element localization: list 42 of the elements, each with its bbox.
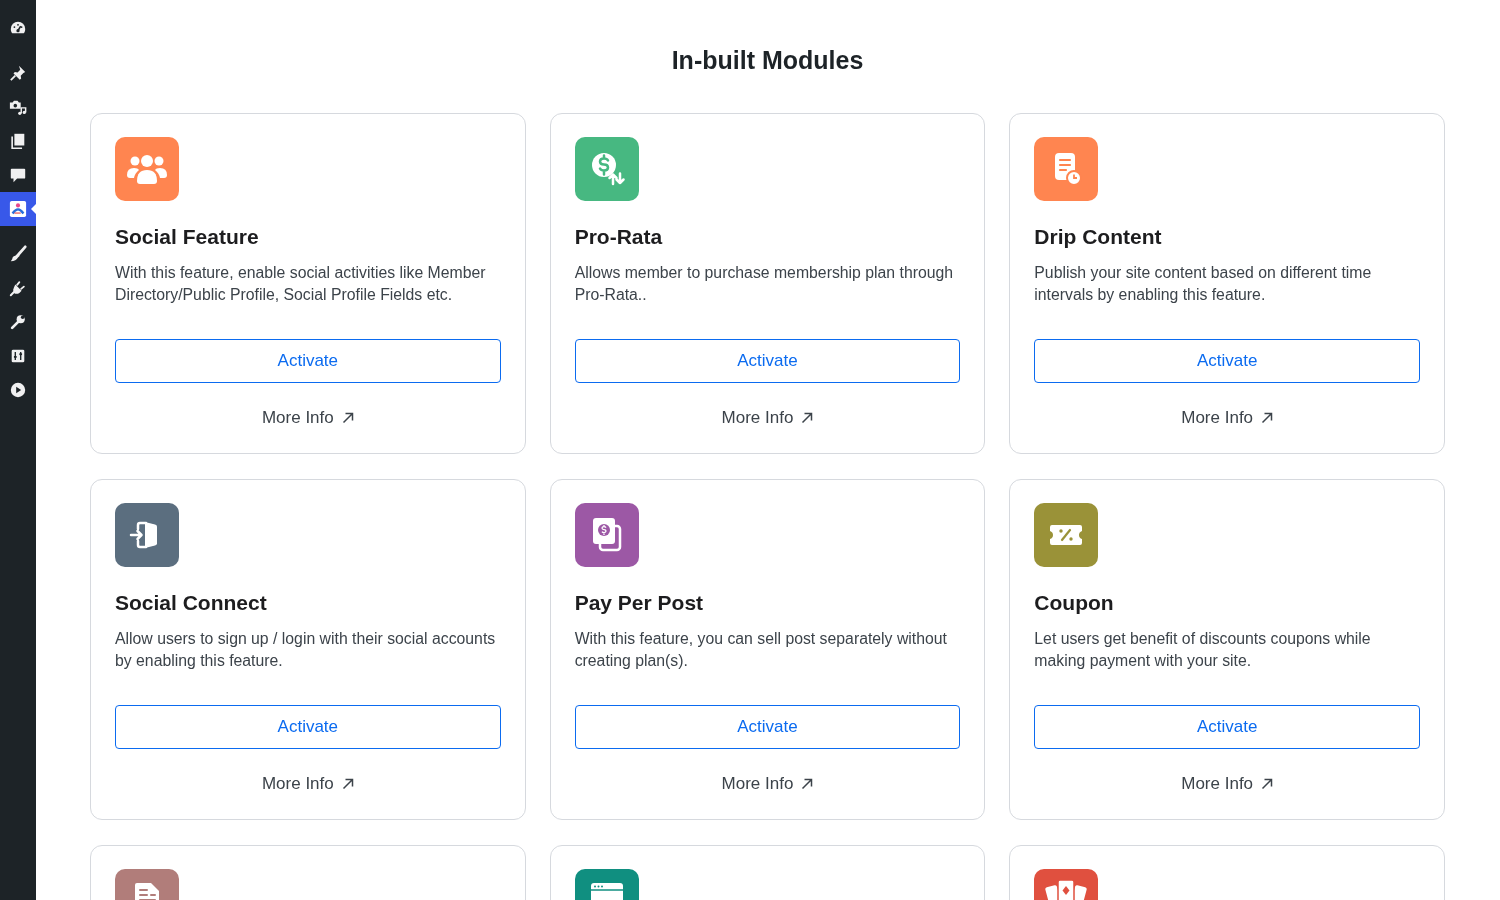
arrow-up-right-icon (341, 778, 354, 790)
plug-icon (9, 279, 27, 297)
module-title: Social Feature (115, 224, 260, 250)
activate-button[interactable]: Activate (574, 705, 961, 749)
activate-button[interactable]: Activate (1034, 339, 1420, 383)
page-title: In-built Modules (670, 45, 865, 76)
module-title: Drip Content (1034, 224, 1163, 250)
activate-button[interactable]: Activate (115, 705, 501, 749)
activate-button[interactable]: Activate (574, 339, 961, 383)
arrow-up-right-icon (801, 412, 814, 424)
module-description: Publish your site content based on different time intervals by enabling this feature. (1034, 263, 1373, 305)
pin-icon (9, 64, 27, 82)
arrow-up-right-icon (1261, 778, 1274, 790)
more-info-link[interactable]: More Info (721, 406, 814, 430)
module-description: With this feature, you can sell post separately without creating plan(s). (574, 629, 948, 671)
module-title: Coupon (1034, 590, 1115, 616)
person-logo-icon (9, 200, 27, 218)
arrow-up-right-icon (1261, 412, 1274, 424)
play-icon (9, 381, 27, 399)
wrench-icon (9, 313, 27, 331)
module-description: Let users get benefit of discounts coupons while making payment with your site. (1034, 629, 1372, 671)
module-title: Social Connect (115, 590, 268, 616)
activate-button[interactable]: Activate (115, 339, 501, 383)
speech-bubble-icon (9, 166, 27, 184)
module-description: Allow users to sign up / login with their social accounts by enabling this feature. (115, 629, 497, 671)
active-pointer-icon (31, 204, 36, 214)
activate-button[interactable]: Activate (1034, 705, 1420, 749)
more-info-link[interactable]: More Info (261, 406, 354, 430)
module-title: Pay Per Post (574, 590, 705, 616)
camera-music-icon (9, 98, 27, 116)
module-description: Allows member to purchase membership plan through Pro-Rata.. (574, 263, 955, 305)
pages-icon (9, 132, 27, 150)
more-info-link[interactable]: More Info (721, 772, 814, 796)
brush-icon (9, 245, 27, 263)
more-info-link[interactable]: More Info (1181, 406, 1274, 430)
more-info-link[interactable]: More Info (1181, 772, 1274, 796)
module-description: With this feature, enable social activities like Member Directory/Public Profile, Social Profile Fields etc. (115, 263, 487, 305)
sliders-icon (9, 347, 27, 365)
module-title: Pro-Rata (574, 224, 664, 250)
more-info-link[interactable]: More Info (261, 772, 354, 796)
arrow-up-right-icon (341, 412, 354, 424)
arrow-up-right-icon (801, 778, 814, 790)
